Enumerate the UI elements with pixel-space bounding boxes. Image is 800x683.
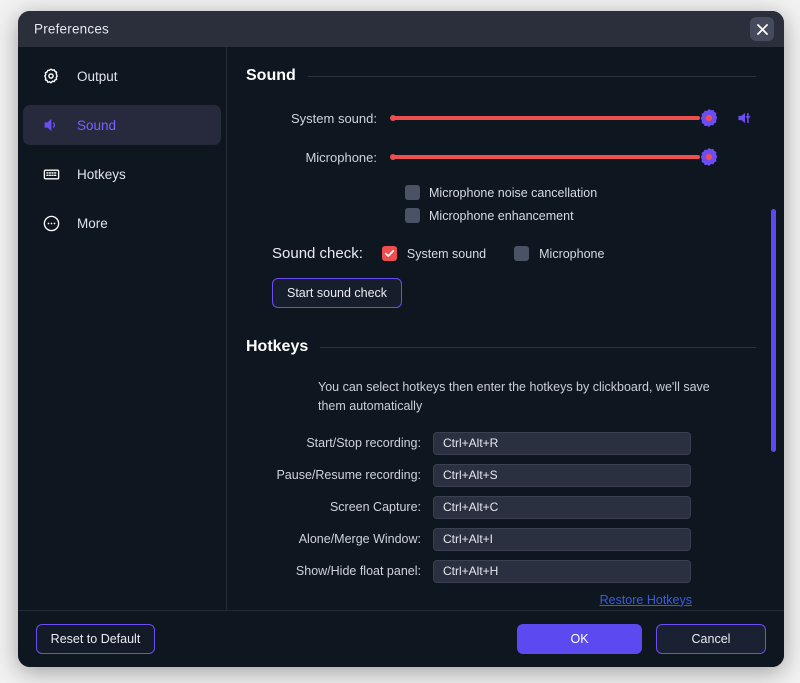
sidebar-item-hotkeys[interactable]: Hotkeys	[23, 154, 221, 194]
checkbox-label: Microphone enhancement	[429, 209, 574, 223]
settings-content: Sound System sound:	[227, 47, 784, 610]
slider-track	[391, 116, 700, 120]
sound-check-label: Sound check:	[272, 245, 363, 262]
hotkey-input-screen-capture[interactable]: Ctrl+Alt+C	[433, 496, 691, 519]
sidebar-item-label: Hotkeys	[77, 167, 126, 182]
checkbox-row-noise-cancellation[interactable]: Microphone noise cancellation	[405, 185, 756, 200]
sound-check-option-system[interactable]: System sound	[382, 246, 486, 261]
hotkey-input-alone-merge-window[interactable]: Ctrl+Alt+I	[433, 528, 691, 551]
checkbox-label: System sound	[407, 247, 486, 261]
hotkey-input-start-stop-recording[interactable]: Ctrl+Alt+R	[433, 432, 691, 455]
checkbox-microphone[interactable]	[514, 246, 529, 261]
hotkey-row: Pause/Resume recording: Ctrl+Alt+S	[246, 464, 756, 487]
checkbox-mic-enhancement[interactable]	[405, 208, 420, 223]
slider-track	[391, 155, 700, 159]
microphone-row: Microphone:	[246, 146, 756, 168]
keyboard-icon	[41, 164, 61, 184]
sound-check-row: Sound check: System sound Microphone	[246, 245, 756, 262]
restore-hotkeys-link[interactable]: Restore Hotkeys	[600, 593, 692, 607]
close-icon	[757, 24, 768, 35]
system-sound-slider[interactable]	[391, 107, 722, 129]
checkbox-row-mic-enhancement[interactable]: Microphone enhancement	[405, 208, 756, 223]
cancel-button[interactable]: Cancel	[656, 624, 766, 654]
hotkeys-section-header: Hotkeys	[246, 338, 756, 356]
hotkey-label: Alone/Merge Window:	[246, 532, 433, 546]
hotkey-label: Start/Stop recording:	[246, 436, 433, 450]
system-sound-row: System sound:	[246, 107, 756, 129]
microphone-options: Microphone noise cancellation Microphone…	[405, 185, 756, 223]
slider-handle-gear-icon[interactable]	[698, 107, 720, 129]
heading-divider	[308, 76, 756, 77]
heading-divider	[320, 347, 756, 348]
dialog-footer: Reset to Default OK Cancel	[18, 610, 784, 667]
speaker-icon	[41, 115, 61, 135]
spacer-icon-slot	[736, 147, 756, 167]
checkbox-label: Microphone noise cancellation	[429, 186, 597, 200]
close-button[interactable]	[750, 17, 774, 41]
content-scrollbar[interactable]	[771, 209, 776, 452]
ok-button[interactable]: OK	[517, 624, 642, 654]
window-title: Preferences	[34, 22, 109, 37]
sidebar-item-label: Output	[77, 69, 118, 84]
start-sound-check-wrap: Start sound check	[246, 278, 756, 308]
hotkey-row: Alone/Merge Window: Ctrl+Alt+I	[246, 528, 756, 551]
sidebar-item-more[interactable]: More	[23, 203, 221, 243]
slider-handle-gear-icon[interactable]	[698, 146, 720, 168]
dialog-body: Output Sound Hotkeys	[18, 47, 784, 610]
hotkey-label: Show/Hide float panel:	[246, 564, 433, 578]
restore-hotkeys-wrap: Restore Hotkeys	[246, 593, 756, 607]
reset-to-default-button[interactable]: Reset to Default	[36, 624, 155, 654]
sidebar: Output Sound Hotkeys	[18, 47, 227, 610]
hotkey-label: Pause/Resume recording:	[246, 468, 433, 482]
sidebar-item-label: More	[77, 216, 108, 231]
sidebar-item-sound[interactable]: Sound	[23, 105, 221, 145]
hotkey-label: Screen Capture:	[246, 500, 433, 514]
hotkeys-note: You can select hotkeys then enter the ho…	[318, 378, 722, 416]
checkbox-noise-cancellation[interactable]	[405, 185, 420, 200]
sidebar-item-output[interactable]: Output	[23, 56, 221, 96]
ellipsis-circle-icon	[41, 213, 61, 233]
start-sound-check-button[interactable]: Start sound check	[272, 278, 402, 308]
hotkey-row: Screen Capture: Ctrl+Alt+C	[246, 496, 756, 519]
checkbox-label: Microphone	[539, 247, 604, 261]
hotkey-row: Start/Stop recording: Ctrl+Alt+R	[246, 432, 756, 455]
hotkey-input-pause-resume-recording[interactable]: Ctrl+Alt+S	[433, 464, 691, 487]
title-bar: Preferences	[18, 11, 784, 47]
sidebar-item-label: Sound	[77, 118, 116, 133]
microphone-slider[interactable]	[391, 146, 722, 168]
microphone-label: Microphone:	[246, 150, 391, 165]
speaker-volume-icon[interactable]	[736, 108, 756, 128]
checkbox-system-sound[interactable]	[382, 246, 397, 261]
hotkey-input-show-hide-float-panel[interactable]: Ctrl+Alt+H	[433, 560, 691, 583]
scrollbar-thumb[interactable]	[771, 209, 776, 452]
system-sound-label: System sound:	[246, 111, 391, 126]
sound-heading: Sound	[246, 67, 296, 85]
gear-icon	[41, 66, 61, 86]
sound-section-header: Sound	[246, 67, 756, 85]
hotkey-row: Show/Hide float panel: Ctrl+Alt+H	[246, 560, 756, 583]
preferences-dialog: Preferences Output	[18, 11, 784, 667]
hotkeys-heading: Hotkeys	[246, 338, 308, 356]
sound-check-option-microphone[interactable]: Microphone	[514, 246, 604, 261]
